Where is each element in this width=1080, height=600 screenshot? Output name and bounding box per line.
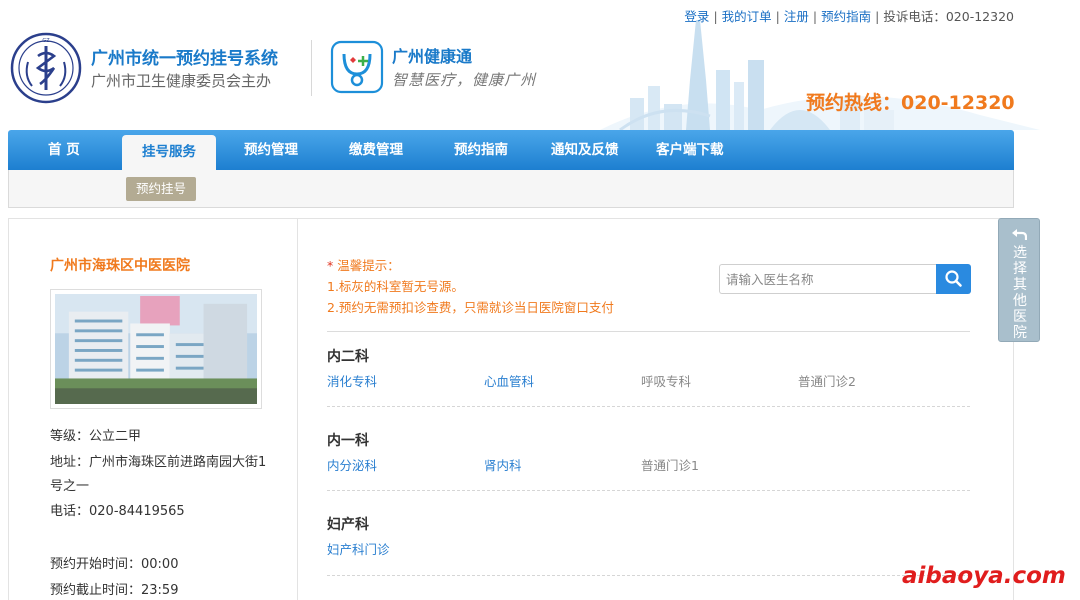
system-subtitle: 广州市卫生健康委员会主办 bbox=[91, 72, 272, 90]
header-divider bbox=[311, 40, 312, 96]
department-units: 妇产科门诊 bbox=[327, 539, 970, 561]
tips-line-1: 1.标灰的科室暂无号源。 bbox=[327, 279, 464, 294]
choose-other-hospital-label: 选择其他医院 bbox=[1013, 245, 1027, 341]
department-name: 妇产科 bbox=[327, 517, 369, 533]
hospital-photo bbox=[50, 289, 262, 409]
register-link[interactable]: 注册 bbox=[784, 9, 809, 24]
tips-title: 温馨提示： bbox=[337, 258, 400, 273]
login-link[interactable]: 登录 bbox=[684, 9, 709, 24]
choose-other-hospital-tab[interactable]: 选择其他医院 bbox=[998, 218, 1040, 342]
nav-payment-management[interactable]: 缴费管理 bbox=[349, 130, 403, 170]
my-orders-link[interactable]: 我的订单 bbox=[722, 9, 772, 24]
health-pass-title: 广州健康通 bbox=[392, 47, 473, 66]
booking-hotline: 预约热线：020-12320 bbox=[806, 92, 1015, 114]
hospital-phone: 电话：020-84419565 bbox=[50, 504, 185, 519]
hospital-name: 广州市海珠区中医医院 bbox=[50, 258, 190, 274]
unit-link-unavailable: 普通门诊1 bbox=[641, 458, 699, 473]
department-divider bbox=[327, 406, 970, 407]
hospital-level: 等级：公立二甲 bbox=[50, 429, 142, 444]
doctor-search bbox=[719, 264, 971, 294]
tips-divider bbox=[327, 331, 970, 332]
department-name: 内二科 bbox=[327, 349, 369, 365]
nav-home[interactable]: 首 页 bbox=[48, 130, 80, 170]
unit-link-unavailable: 普通门诊2 bbox=[798, 374, 856, 389]
separator: | bbox=[713, 9, 718, 24]
complaint-phone: 投诉电话：020-12320 bbox=[883, 9, 1014, 24]
unit-link[interactable]: 肾内科 bbox=[484, 455, 522, 474]
hospital-address-line1: 地址：广州市海珠区前进路南园大街1 bbox=[50, 455, 267, 470]
department-group: 内二科 消化专科 心血管科 呼吸专科 普通门诊2 bbox=[327, 346, 970, 393]
guide-link[interactable]: 预约指南 bbox=[821, 9, 871, 24]
search-icon bbox=[945, 270, 962, 287]
system-title: 广州市统一预约挂号系统 bbox=[91, 49, 278, 69]
department-group: 内一科 内分泌科 肾内科 普通门诊1 bbox=[327, 430, 970, 477]
department-group: 妇产科 妇产科门诊 bbox=[327, 514, 970, 561]
svg-text:GZ: GZ bbox=[42, 38, 50, 44]
nav-client-download[interactable]: 客户端下载 bbox=[656, 130, 724, 170]
nav-registration-service[interactable]: 挂号服务 bbox=[122, 135, 216, 170]
search-button[interactable] bbox=[936, 264, 971, 294]
department-panel: * 温馨提示： 1.标灰的科室暂无号源。 2.预约无需预扣诊查费，只需就诊当日医… bbox=[298, 218, 1014, 600]
unit-link[interactable]: 内分泌科 bbox=[327, 455, 377, 474]
unit-link[interactable]: 消化专科 bbox=[327, 371, 377, 390]
main-nav: 首 页 挂号服务 预约管理 缴费管理 预约指南 通知及反馈 客户端下载 bbox=[8, 130, 1014, 170]
department-divider bbox=[327, 575, 970, 576]
doctor-search-input[interactable] bbox=[719, 264, 937, 294]
booking-start-time: 预约开始时间：00:00 bbox=[50, 557, 179, 572]
top-links: 登录 | 我的订单 | 注册 | 预约指南 | 投诉电话：020-12320 bbox=[684, 6, 1014, 25]
department-units: 内分泌科 肾内科 普通门诊1 bbox=[327, 455, 970, 477]
hospital-info-panel: 广州市海珠区中医医院 等级：公立二甲 地址：广州市海珠区前进路南园大街1 号之一… bbox=[8, 218, 298, 600]
unit-link[interactable]: 妇产科门诊 bbox=[327, 539, 390, 558]
sub-nav: 预约挂号 bbox=[8, 170, 1014, 208]
health-pass-slogan: 智慧医疗，健康广州 bbox=[392, 71, 537, 89]
header: 登录 | 我的订单 | 注册 | 预约指南 | 投诉电话：020-12320 GZ 广州市统一预… bbox=[0, 0, 1080, 130]
unit-link-unavailable: 呼吸专科 bbox=[641, 374, 692, 389]
health-pass-logo-icon bbox=[330, 40, 384, 94]
separator: | bbox=[775, 9, 780, 24]
booking-registration-button[interactable]: 预约挂号 bbox=[126, 177, 197, 201]
required-star-icon: * bbox=[327, 258, 338, 273]
back-arrow-icon bbox=[1012, 229, 1027, 240]
hospital-address-line2: 号之一 bbox=[50, 479, 90, 494]
watermark: aibaoya.com bbox=[902, 563, 1066, 589]
department-units: 消化专科 心血管科 呼吸专科 普通门诊2 bbox=[327, 371, 970, 393]
tips-line-2: 2.预约无需预扣诊查费，只需就诊当日医院窗口支付 bbox=[327, 300, 614, 315]
nav-booking-guide[interactable]: 预约指南 bbox=[454, 130, 508, 170]
department-name: 内一科 bbox=[327, 433, 369, 449]
department-divider bbox=[327, 490, 970, 491]
separator: | bbox=[812, 9, 818, 24]
tips-title-row: * 温馨提示： bbox=[327, 255, 614, 276]
tips-box: * 温馨提示： 1.标灰的科室暂无号源。 2.预约无需预扣诊查费，只需就诊当日医… bbox=[327, 255, 614, 318]
unit-link[interactable]: 心血管科 bbox=[484, 371, 534, 390]
separator: | bbox=[875, 9, 880, 24]
nav-booking-management[interactable]: 预约管理 bbox=[244, 130, 298, 170]
health-commission-seal-icon: GZ bbox=[10, 32, 82, 104]
nav-notice-feedback[interactable]: 通知及反馈 bbox=[551, 130, 619, 170]
booking-end-time: 预约截止时间：23:59 bbox=[50, 583, 179, 598]
